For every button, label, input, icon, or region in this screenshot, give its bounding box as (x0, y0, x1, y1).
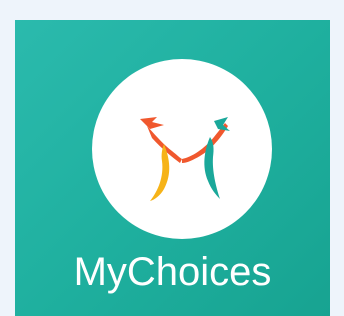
logo-left-head (140, 117, 164, 129)
logo-right-leg (204, 137, 220, 199)
app-logo (92, 59, 272, 239)
logo-right-head (214, 117, 230, 131)
app-tile[interactable]: MyChoices (15, 20, 330, 316)
app-name-label: MyChoices (73, 250, 272, 294)
mychoices-logo-icon (140, 117, 230, 201)
logo-left-leg (150, 144, 170, 201)
